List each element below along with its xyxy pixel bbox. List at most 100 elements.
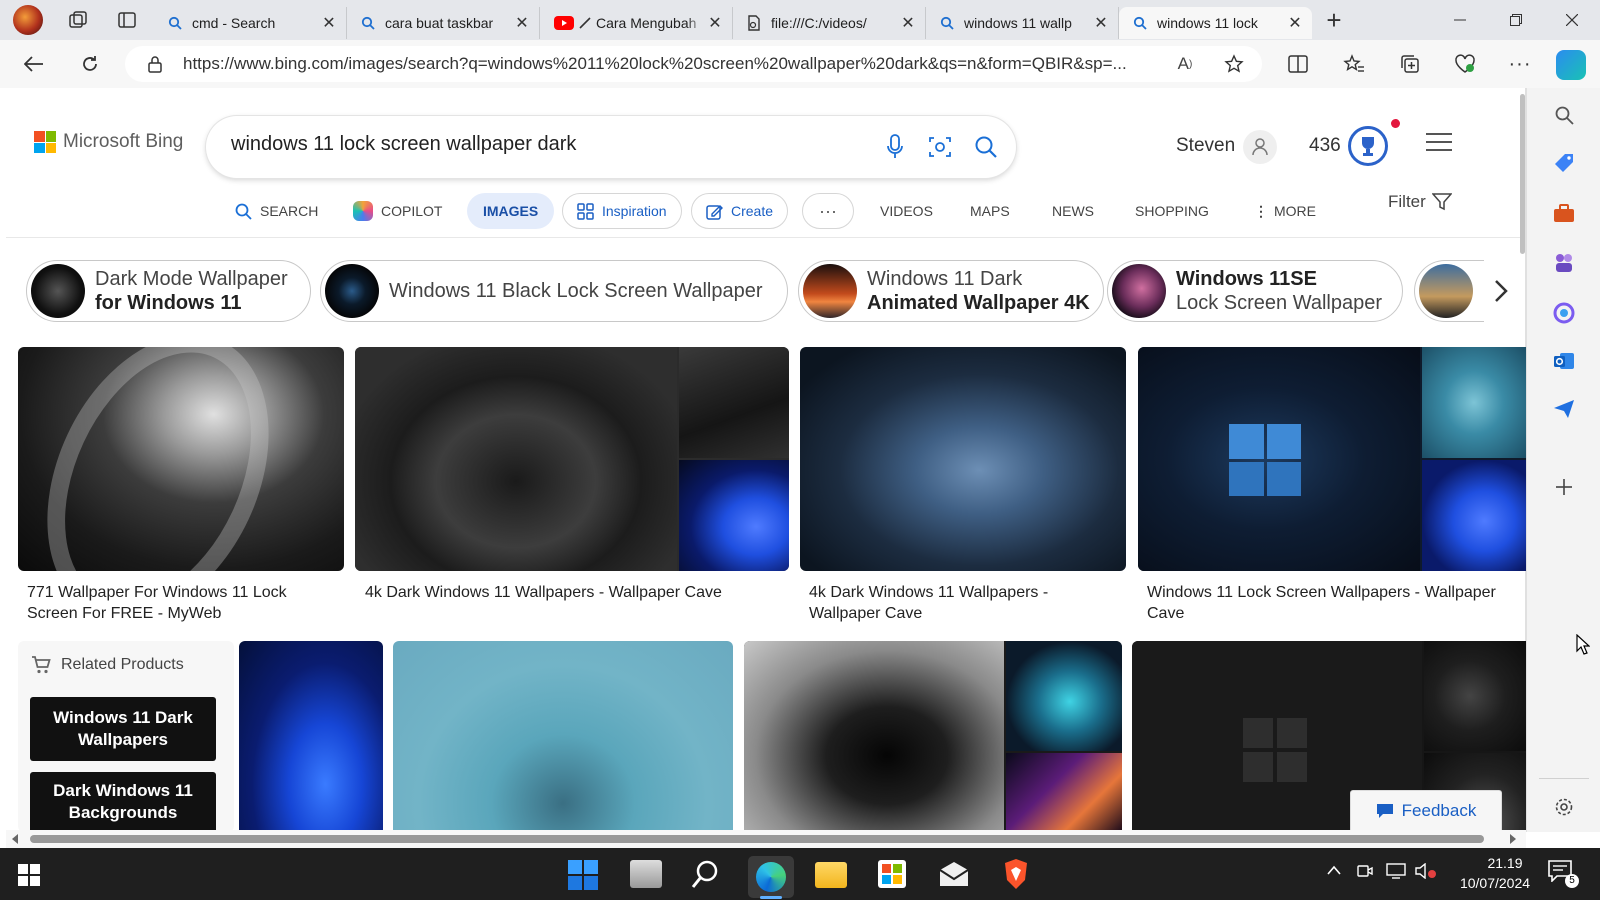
tools-icon[interactable]	[1527, 198, 1600, 228]
tab-youtube[interactable]: Cara Mengubah ✕	[540, 7, 733, 39]
refresh-button[interactable]	[72, 46, 108, 82]
chevron-right-icon[interactable]	[1484, 274, 1518, 308]
clock-date[interactable]: 10/07/2024	[1450, 875, 1540, 891]
favorite-star-icon[interactable]	[1216, 46, 1252, 82]
microsoft-store-icon[interactable]	[878, 860, 906, 888]
related-product-card[interactable]: Dark Windows 11 Backgrounds	[30, 772, 216, 832]
tab-wallpaper-search[interactable]: windows 11 wallp ✕	[926, 7, 1119, 39]
network-icon[interactable]	[1386, 863, 1406, 879]
back-button[interactable]	[16, 46, 52, 82]
result-image-3[interactable]	[800, 347, 1126, 571]
horizontal-scrollbar[interactable]	[6, 830, 1526, 848]
tag-icon[interactable]	[1527, 148, 1600, 178]
result-caption-3[interactable]: 4k Dark Windows 11 Wallpapers - Wallpape…	[809, 582, 1109, 624]
search-box[interactable]: windows 11 lock screen wallpaper dark	[206, 116, 1016, 178]
close-icon[interactable]: ✕	[899, 14, 917, 32]
chip-partial[interactable]	[1414, 260, 1484, 322]
nav-create[interactable]: Create	[691, 193, 789, 229]
collections-icon[interactable]	[1392, 46, 1428, 82]
split-screen-icon[interactable]	[1280, 46, 1316, 82]
filter-button[interactable]: Filter	[1388, 184, 1452, 220]
nav-more-dots[interactable]: ···	[802, 193, 854, 229]
games-icon[interactable]	[1527, 248, 1600, 278]
workspaces-icon[interactable]	[56, 0, 100, 40]
settings-more-icon[interactable]: ···	[1502, 46, 1538, 82]
nav-copilot[interactable]: COPILOT	[353, 193, 442, 229]
related-product-card[interactable]: Windows 11 Dark Wallpapers	[30, 697, 216, 761]
nav-inspiration[interactable]: Inspiration	[562, 193, 682, 229]
scroll-left-arrow[interactable]	[12, 834, 18, 844]
add-icon[interactable]	[1527, 472, 1600, 502]
start-button[interactable]	[568, 860, 598, 890]
clock-time[interactable]: 21.19	[1470, 855, 1540, 871]
nav-videos[interactable]: VIDEOS	[880, 193, 933, 229]
close-window-button[interactable]	[1544, 0, 1600, 40]
file-explorer-icon[interactable]	[815, 862, 847, 888]
send-icon[interactable]	[1527, 394, 1600, 424]
mail-icon[interactable]	[938, 860, 970, 888]
volume-muted-icon[interactable]	[1415, 863, 1437, 879]
close-icon[interactable]: ✕	[513, 14, 531, 32]
read-aloud-icon[interactable]: A)	[1167, 46, 1203, 82]
related-chip-dark-mode[interactable]: Dark Mode Wallpaper for Windows 11	[26, 260, 311, 322]
search-submit-icon[interactable]	[974, 135, 998, 159]
new-tab-button[interactable]: +	[1312, 0, 1356, 40]
tab-file[interactable]: file:///C:/videos/ ✕	[733, 7, 926, 39]
restore-button[interactable]	[1488, 0, 1544, 40]
search-icon[interactable]	[690, 858, 722, 890]
nav-search[interactable]: SEARCH	[235, 193, 318, 229]
result-image-1[interactable]	[18, 347, 344, 571]
close-icon[interactable]: ✕	[706, 14, 724, 32]
nav-more[interactable]: ⋮ MORE	[1254, 193, 1316, 229]
minimize-button[interactable]	[1432, 0, 1488, 40]
result-image-6[interactable]	[393, 641, 733, 832]
outlook-icon[interactable]	[1527, 346, 1600, 376]
windows-start-icon[interactable]	[18, 864, 40, 886]
search-icon[interactable]	[1527, 100, 1600, 130]
result-caption-1[interactable]: 771 Wallpaper For Windows 11 Lock Screen…	[27, 582, 327, 624]
close-icon[interactable]: ✕	[320, 14, 338, 32]
nav-news[interactable]: NEWS	[1052, 193, 1094, 229]
tab-cmd-search[interactable]: cmd - Search ✕	[154, 7, 347, 39]
vertical-tabs-icon[interactable]	[100, 0, 154, 40]
tab-taskbar-search[interactable]: cara buat taskbar ✕	[347, 7, 540, 39]
search-input[interactable]: windows 11 lock screen wallpaper dark	[231, 133, 576, 156]
nav-images[interactable]: IMAGES	[467, 193, 555, 229]
microsoft-365-icon[interactable]	[1527, 298, 1600, 328]
close-icon[interactable]: ✕	[1092, 14, 1110, 32]
browser-essentials-icon[interactable]	[1447, 46, 1483, 82]
related-chip-dark-animated[interactable]: Windows 11 Dark Animated Wallpaper 4K	[798, 260, 1104, 322]
meet-now-icon[interactable]	[1357, 863, 1373, 879]
result-caption-2[interactable]: 4k Dark Windows 11 Wallpapers - Wallpape…	[365, 582, 785, 603]
edge-taskbar-icon[interactable]	[748, 856, 794, 898]
bing-logo[interactable]: Microsoft Bing	[34, 131, 183, 153]
tray-overflow-icon[interactable]	[1326, 864, 1342, 876]
rewards-points[interactable]: 436	[1309, 135, 1341, 157]
task-view-icon[interactable]	[630, 860, 662, 888]
brave-icon[interactable]	[1003, 858, 1029, 890]
page-scrollbar-thumb[interactable]	[1520, 94, 1525, 254]
nav-maps[interactable]: MAPS	[970, 193, 1010, 229]
result-caption-4[interactable]: Windows 11 Lock Screen Wallpapers - Wall…	[1147, 582, 1517, 624]
result-image-7[interactable]	[744, 641, 1122, 832]
favorites-icon[interactable]	[1336, 46, 1372, 82]
nav-shopping[interactable]: SHOPPING	[1135, 193, 1209, 229]
microphone-icon[interactable]	[886, 134, 904, 160]
copilot-icon[interactable]	[1556, 50, 1586, 80]
gear-icon[interactable]	[1527, 792, 1600, 822]
close-icon[interactable]: ✕	[1286, 14, 1304, 32]
scroll-right-arrow[interactable]	[1510, 834, 1516, 844]
related-chip-11se[interactable]: Windows 11SE Lock Screen Wallpaper	[1107, 260, 1403, 322]
visual-search-icon[interactable]	[928, 135, 952, 159]
rewards-icon[interactable]	[1348, 126, 1388, 166]
feedback-button[interactable]: Feedback	[1350, 790, 1502, 830]
tab-lock-search[interactable]: windows 11 lock ✕	[1119, 7, 1312, 39]
user-name[interactable]: Steven	[1176, 135, 1235, 157]
result-image-5[interactable]	[239, 641, 383, 832]
hamburger-menu-icon[interactable]	[1426, 132, 1452, 152]
avatar[interactable]	[1243, 130, 1277, 164]
horizontal-scrollbar-thumb[interactable]	[30, 835, 1484, 843]
profile-avatar[interactable]	[0, 0, 56, 40]
result-image-2[interactable]	[355, 347, 789, 571]
related-chip-black-lock[interactable]: Windows 11 Black Lock Screen Wallpaper	[320, 260, 788, 322]
